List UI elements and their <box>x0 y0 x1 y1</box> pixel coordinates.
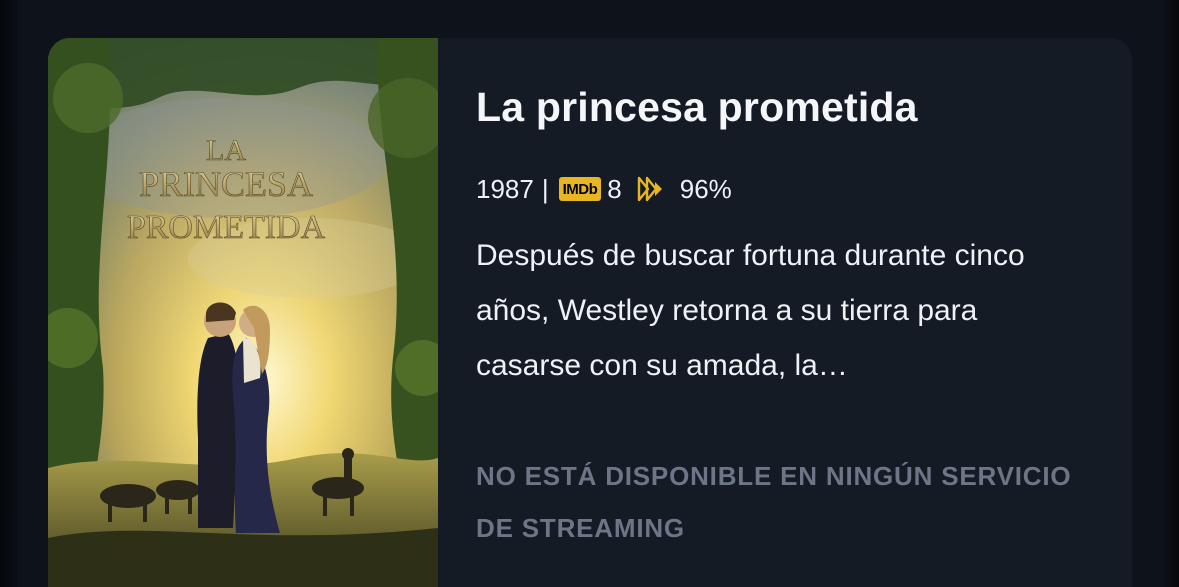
movie-info: La princesa prometida 1987 | IMDb 8 96% … <box>476 38 1096 587</box>
imdb-logo-icon: IMDb <box>558 177 602 201</box>
movie-poster[interactable]: LA PRINCESA PROMETIDA <box>48 38 438 587</box>
rt-score: 96% <box>679 173 732 204</box>
left-bezel <box>0 0 18 587</box>
poster-title-line3: PROMETIDA <box>127 209 326 246</box>
poster-title-line1: LA <box>206 134 246 167</box>
movie-card[interactable]: LA PRINCESA PROMETIDA La princesa promet… <box>48 38 1132 587</box>
movie-description: Después de buscar fortuna durante cinco … <box>476 239 1025 382</box>
movie-title[interactable]: La princesa prometida <box>476 84 918 131</box>
poster-title-line2: PRINCESA <box>139 164 313 204</box>
poster-artwork: LA PRINCESA PROMETIDA <box>48 38 438 587</box>
release-year: 1987 <box>476 173 534 204</box>
movie-meta-row: 1987 | IMDb 8 96% <box>476 172 732 206</box>
rotten-tomatoes-play-icon <box>636 176 666 202</box>
imdb-score: 8 <box>607 173 622 204</box>
meta-separator: | <box>541 173 549 204</box>
screen-background: LA PRINCESA PROMETIDA La princesa promet… <box>0 0 1179 587</box>
availability-status: NO ESTÁ DISPONIBLE EN NINGÚN SERVICIO DE… <box>476 461 1072 543</box>
right-bezel <box>1163 0 1179 587</box>
